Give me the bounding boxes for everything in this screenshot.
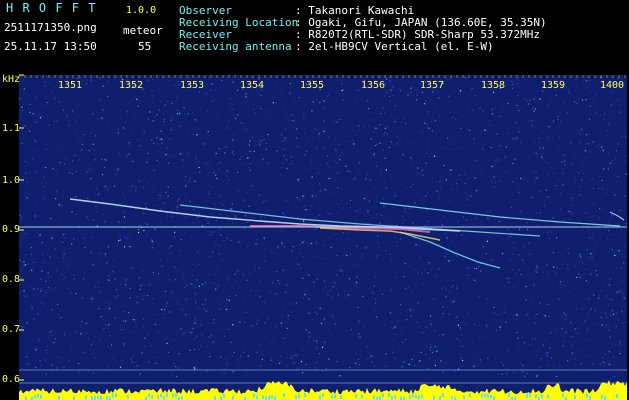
- x-tick-label: 1400: [600, 80, 625, 91]
- x-tick-label: 1357: [420, 80, 445, 91]
- x-tick-label: 1354: [240, 80, 265, 91]
- x-tick-label: 1353: [180, 80, 205, 91]
- x-tick-label: 1359: [541, 80, 566, 91]
- spectrogram-background: [19, 75, 627, 400]
- y-tick-label: 1.1: [2, 123, 21, 134]
- y-tick-label: 0.6: [2, 374, 21, 385]
- y-tick-label: 0.8: [2, 274, 21, 285]
- spectrogram: [18, 74, 628, 400]
- x-tick-label: 1352: [119, 80, 144, 91]
- y-tick-label: 0.9: [2, 224, 21, 235]
- y-axis-unit: kHz: [2, 74, 21, 85]
- y-tick-label: 0.7: [2, 324, 21, 335]
- y-tick-label: 1.0: [2, 175, 21, 186]
- x-tick-label: 1358: [481, 80, 506, 91]
- x-tick-label: 1355: [300, 80, 325, 91]
- x-tick-label: 1356: [361, 80, 386, 91]
- x-tick-label: 1351: [58, 80, 83, 91]
- hrofft-window: H R O F F T 1.0.0 2511171350.png meteor …: [0, 0, 629, 400]
